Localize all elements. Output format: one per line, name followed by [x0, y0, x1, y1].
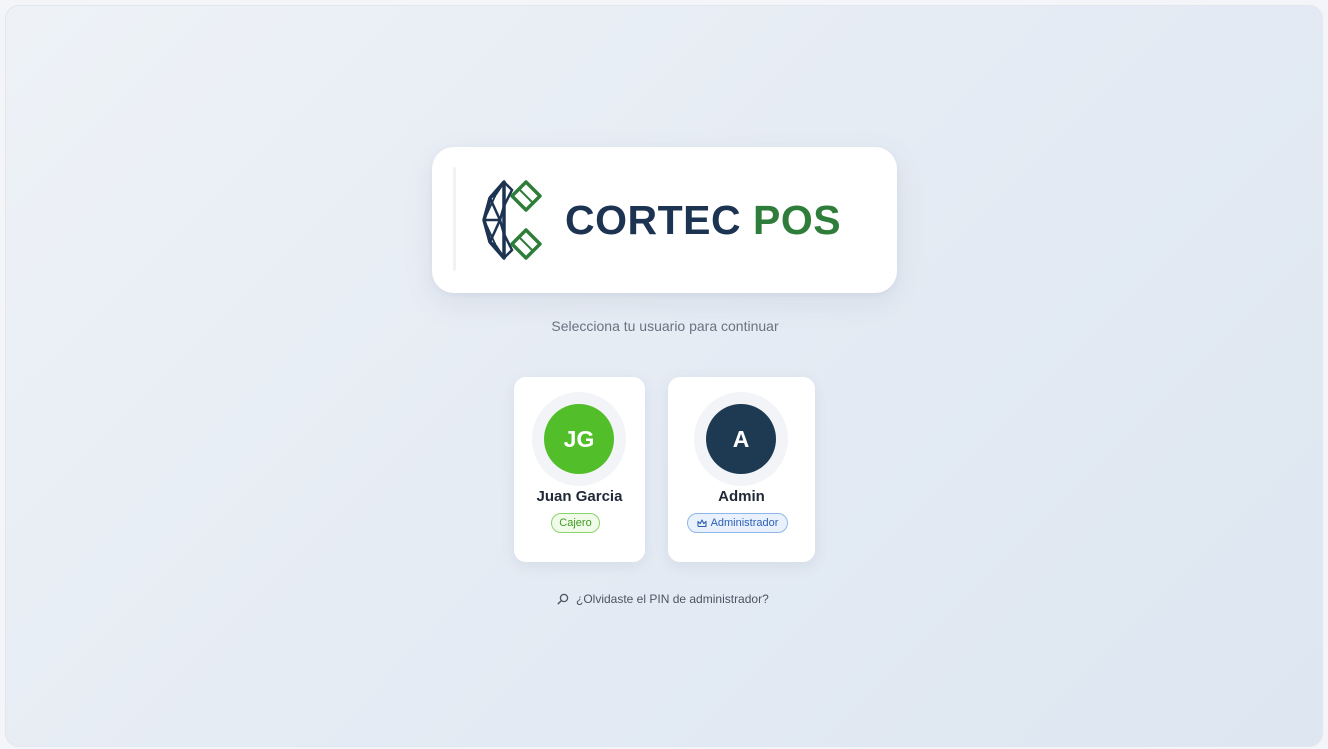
logo-card: CORTEC POS	[432, 147, 897, 293]
forgot-pin-link[interactable]: ¿Olvidaste el PIN de administrador?	[557, 592, 769, 606]
user-name: Admin	[718, 488, 765, 505]
brand-name: CORTEC POS	[565, 197, 841, 243]
search-icon	[557, 593, 569, 605]
role-badge-administrador: Administrador	[687, 513, 788, 533]
role-label: Cajero	[559, 517, 592, 529]
avatar: A	[706, 404, 776, 474]
role-label: Administrador	[710, 517, 779, 529]
crown-icon	[697, 518, 707, 527]
role-badge-cajero: Cajero	[551, 513, 600, 533]
cortec-logo-icon	[482, 180, 542, 260]
select-user-subtitle: Selecciona tu usuario para continuar	[551, 318, 779, 334]
avatar: JG	[544, 404, 614, 474]
user-card-juan-garcia[interactable]: JG Juan Garcia Cajero	[514, 377, 645, 562]
app-window: CORTEC POS Selecciona tu usuario para co…	[5, 5, 1323, 747]
brand-name-accent: POS	[753, 197, 842, 243]
forgot-pin-label: ¿Olvidaste el PIN de administrador?	[576, 592, 769, 606]
user-name: Juan Garcia	[536, 488, 623, 505]
brand-name-primary: CORTEC	[565, 197, 742, 243]
user-card-admin[interactable]: A Admin Administrador	[668, 377, 815, 562]
logo-card-edge	[453, 167, 456, 271]
